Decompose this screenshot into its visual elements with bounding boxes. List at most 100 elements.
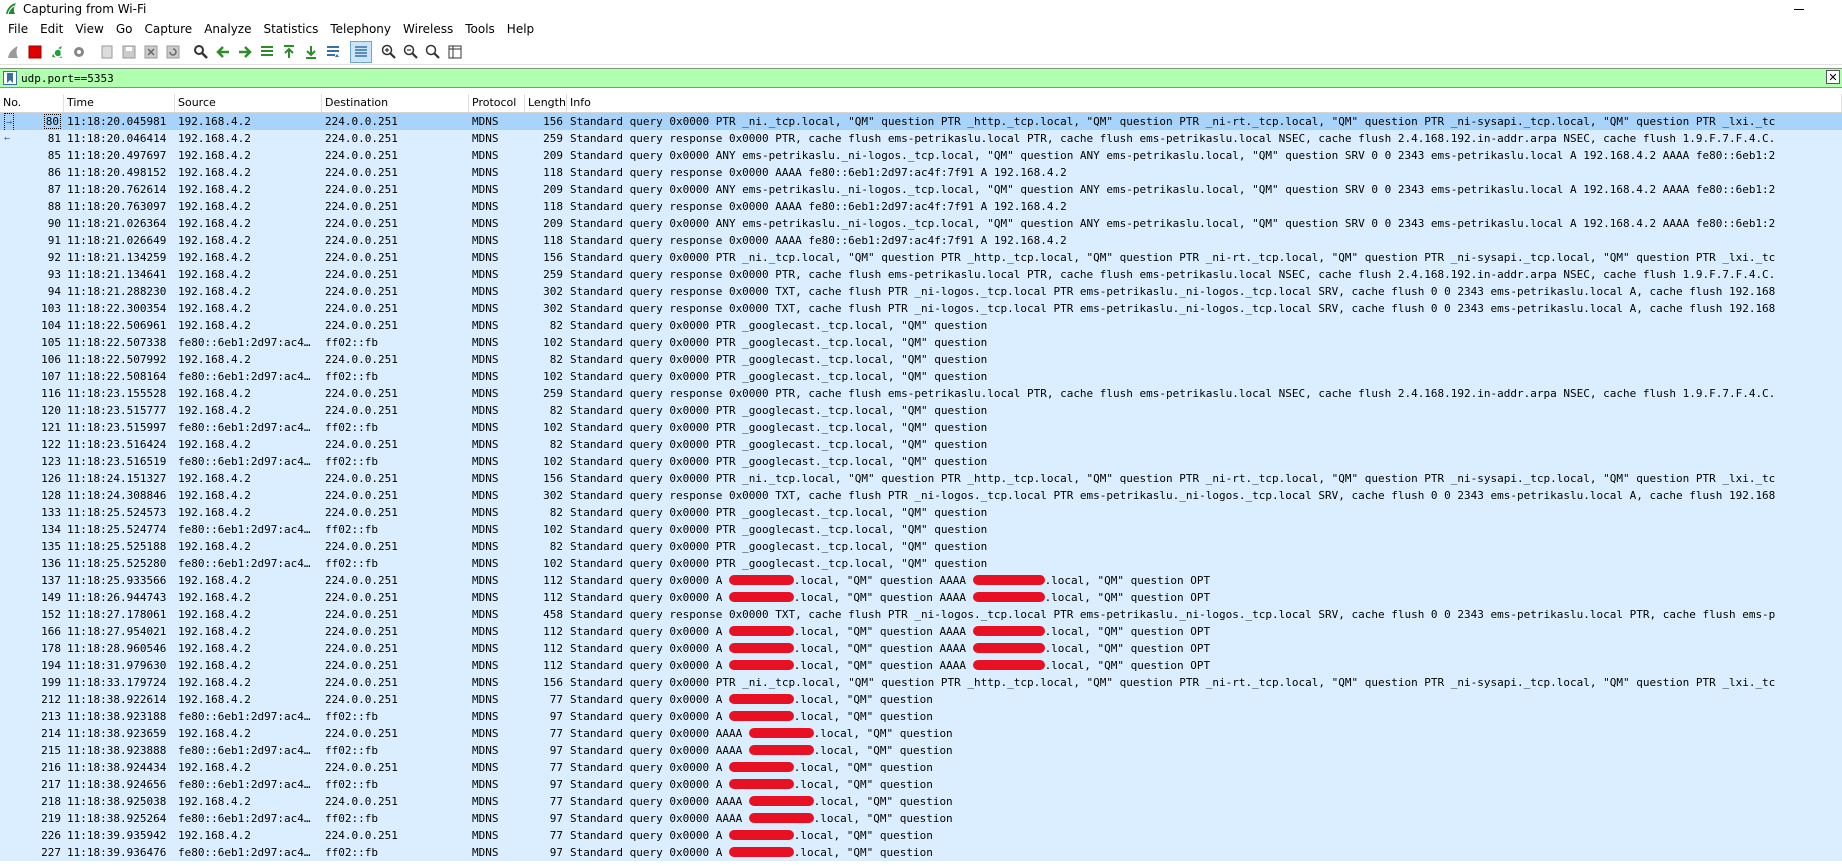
packet-row[interactable]: 213 11:18:38.923188 fe80::6eb1:2d97:ac4… ff… xyxy=(0,708,1842,725)
packet-info: Standard query 0x0000 PTR _ni._tcp.local… xyxy=(567,470,1842,487)
packet-row[interactable]: 215 11:18:38.923888 fe80::6eb1:2d97:ac4… ff… xyxy=(0,742,1842,759)
packet-row[interactable]: 137 11:18:25.933566 192.168.4.2 224.0.0.251… xyxy=(0,572,1842,589)
column-header-length[interactable]: Length xyxy=(525,94,567,112)
packet-row[interactable]: 123 11:18:23.516519 fe80::6eb1:2d97:ac4… ff… xyxy=(0,453,1842,470)
packet-destination: 224.0.0.251 xyxy=(325,608,398,621)
packet-row[interactable]: 218 11:18:38.925038 192.168.4.2 224.0.0.251… xyxy=(0,793,1842,810)
first-packet-icon[interactable] xyxy=(278,41,300,63)
packet-number: 218 xyxy=(0,793,64,810)
goto-packet-icon[interactable] xyxy=(256,41,278,63)
packet-row[interactable]: 121 11:18:23.515997 fe80::6eb1:2d97:ac4… ff… xyxy=(0,419,1842,436)
column-header-source[interactable]: Source xyxy=(175,94,322,112)
column-header-protocol[interactable]: Protocol xyxy=(469,94,525,112)
packet-source: 192.168.4.2 xyxy=(178,540,251,553)
forward-icon[interactable] xyxy=(234,41,256,63)
column-header-no[interactable]: No. xyxy=(0,94,64,112)
packet-row[interactable]: 126 11:18:24.151327 192.168.4.2 224.0.0.251… xyxy=(0,470,1842,487)
open-file-icon[interactable] xyxy=(96,41,118,63)
menu-statistics[interactable]: Statistics xyxy=(257,22,324,36)
back-icon[interactable] xyxy=(212,41,234,63)
close-file-icon[interactable] xyxy=(140,41,162,63)
packet-row[interactable]: 80 → 11:18:20.045981 192.168.4.2 224.0.0.251… xyxy=(0,113,1842,130)
find-icon[interactable] xyxy=(190,41,212,63)
info-text: Standard query 0x0000 AAAA xyxy=(570,795,749,808)
menu-view[interactable]: View xyxy=(69,22,109,36)
clear-filter-icon[interactable]: ✕ xyxy=(1826,70,1840,84)
zoom-normal-icon[interactable] xyxy=(422,41,444,63)
packet-row[interactable]: 116 11:18:23.155528 192.168.4.2 224.0.0.251… xyxy=(0,385,1842,402)
save-file-icon[interactable] xyxy=(118,41,140,63)
packet-row[interactable]: 122 11:18:23.516424 192.168.4.2 224.0.0.251… xyxy=(0,436,1842,453)
restart-icon[interactable] xyxy=(46,41,68,63)
packet-row[interactable]: 135 11:18:25.525188 192.168.4.2 224.0.0.251… xyxy=(0,538,1842,555)
zoom-in-icon[interactable] xyxy=(378,41,400,63)
packet-row[interactable]: 105 11:18:22.507338 fe80::6eb1:2d97:ac4… ff… xyxy=(0,334,1842,351)
menu-help[interactable]: Help xyxy=(501,22,540,36)
menu-wireless[interactable]: Wireless xyxy=(397,22,459,36)
packet-row[interactable]: 106 11:18:22.507992 192.168.4.2 224.0.0.251… xyxy=(0,351,1842,368)
packet-row[interactable]: 212 11:18:38.922614 192.168.4.2 224.0.0.251… xyxy=(0,691,1842,708)
display-filter-input[interactable] xyxy=(21,70,1842,86)
packet-row[interactable]: 227 11:18:39.936476 fe80::6eb1:2d97:ac4… ff… xyxy=(0,844,1842,861)
menu-analyze[interactable]: Analyze xyxy=(198,22,257,36)
packet-row[interactable]: 133 11:18:25.524573 192.168.4.2 224.0.0.251… xyxy=(0,504,1842,521)
menu-tools[interactable]: Tools xyxy=(459,22,501,36)
packet-row[interactable]: 214 11:18:38.923659 192.168.4.2 224.0.0.251… xyxy=(0,725,1842,742)
autoscroll-icon[interactable] xyxy=(322,41,344,63)
packet-row[interactable]: 120 11:18:23.515777 192.168.4.2 224.0.0.251… xyxy=(0,402,1842,419)
packet-info: Standard query 0x0000 AAAA .local, "QM" … xyxy=(567,793,1842,810)
packet-number-text: 105 xyxy=(41,336,61,349)
menu-file[interactable]: File xyxy=(2,22,34,36)
packet-row[interactable]: 93 11:18:21.134641 192.168.4.2 224.0.0.251 M… xyxy=(0,266,1842,283)
packet-source: 192.168.4.2 xyxy=(178,149,251,162)
packet-row[interactable]: 90 11:18:21.026364 192.168.4.2 224.0.0.251 M… xyxy=(0,215,1842,232)
packet-row[interactable]: 217 11:18:38.924656 fe80::6eb1:2d97:ac4… ff… xyxy=(0,776,1842,793)
packet-number: 90 xyxy=(0,215,64,232)
packet-row[interactable]: 199 11:18:33.179724 192.168.4.2 224.0.0.251… xyxy=(0,674,1842,691)
packet-row[interactable]: 194 11:18:31.979630 192.168.4.2 224.0.0.251… xyxy=(0,657,1842,674)
packet-row[interactable]: 94 11:18:21.288230 192.168.4.2 224.0.0.251 M… xyxy=(0,283,1842,300)
packet-row[interactable]: 219 11:18:38.925264 fe80::6eb1:2d97:ac4… ff… xyxy=(0,810,1842,827)
shark-fin-icon[interactable] xyxy=(2,41,24,63)
menu-capture[interactable]: Capture xyxy=(138,22,198,36)
packet-row[interactable]: 216 11:18:38.924434 192.168.4.2 224.0.0.251… xyxy=(0,759,1842,776)
packet-row[interactable]: 149 11:18:26.944743 192.168.4.2 224.0.0.251… xyxy=(0,589,1842,606)
last-packet-icon[interactable] xyxy=(300,41,322,63)
stop-icon[interactable] xyxy=(24,41,46,63)
packet-row[interactable]: 134 11:18:25.524774 fe80::6eb1:2d97:ac4… ff… xyxy=(0,521,1842,538)
packet-row[interactable]: 92 11:18:21.134259 192.168.4.2 224.0.0.251 M… xyxy=(0,249,1842,266)
options-gear-icon[interactable] xyxy=(68,41,90,63)
packet-time: 11:18:22.507338 xyxy=(67,336,167,349)
menu-telephony[interactable]: Telephony xyxy=(324,22,397,36)
packet-row[interactable]: 152 11:18:27.178061 192.168.4.2 224.0.0.251… xyxy=(0,606,1842,623)
packet-row[interactable]: 104 11:18:22.506961 192.168.4.2 224.0.0.251… xyxy=(0,317,1842,334)
packet-row[interactable]: 86 11:18:20.498152 192.168.4.2 224.0.0.251 M… xyxy=(0,164,1842,181)
packet-row[interactable]: 166 11:18:27.954021 192.168.4.2 224.0.0.251… xyxy=(0,623,1842,640)
packet-destination: 224.0.0.251 xyxy=(325,693,398,706)
packet-row[interactable]: 103 11:18:22.300354 192.168.4.2 224.0.0.251… xyxy=(0,300,1842,317)
column-header-time[interactable]: Time xyxy=(64,94,175,112)
menu-go[interactable]: Go xyxy=(110,22,139,36)
menu-edit[interactable]: Edit xyxy=(34,22,69,36)
packet-row[interactable]: 88 11:18:20.763097 192.168.4.2 224.0.0.251 M… xyxy=(0,198,1842,215)
packet-row[interactable]: 107 11:18:22.508164 fe80::6eb1:2d97:ac4… ff… xyxy=(0,368,1842,385)
column-header-destination[interactable]: Destination xyxy=(322,94,469,112)
minimize-button[interactable] xyxy=(1784,0,1814,18)
packet-row[interactable]: 178 11:18:28.960546 192.168.4.2 224.0.0.251… xyxy=(0,640,1842,657)
column-header-info[interactable]: Info xyxy=(567,94,1842,112)
packet-row[interactable]: 128 11:18:24.308846 192.168.4.2 224.0.0.251… xyxy=(0,487,1842,504)
packet-destination: 224.0.0.251 xyxy=(325,625,398,638)
bookmark-icon[interactable] xyxy=(3,71,17,85)
packet-row[interactable]: 91 11:18:21.026649 192.168.4.2 224.0.0.251 M… xyxy=(0,232,1842,249)
packet-row[interactable]: 226 11:18:39.935942 192.168.4.2 224.0.0.251… xyxy=(0,827,1842,844)
info-text: .local, "QM" question xyxy=(813,795,953,808)
packet-info: Standard query 0x0000 ANY ems-petrikaslu… xyxy=(567,147,1842,164)
resize-columns-icon[interactable] xyxy=(444,41,466,63)
packet-row[interactable]: 87 11:18:20.762614 192.168.4.2 224.0.0.251 M… xyxy=(0,181,1842,198)
colorize-icon[interactable] xyxy=(350,41,372,63)
zoom-out-icon[interactable] xyxy=(400,41,422,63)
reload-file-icon[interactable] xyxy=(162,41,184,63)
packet-row[interactable]: 136 11:18:25.525280 fe80::6eb1:2d97:ac4… ff… xyxy=(0,555,1842,572)
packet-row[interactable]: 81 ← 11:18:20.046414 192.168.4.2 224.0.0.251… xyxy=(0,130,1842,147)
packet-row[interactable]: 85 11:18:20.497697 192.168.4.2 224.0.0.251 M… xyxy=(0,147,1842,164)
